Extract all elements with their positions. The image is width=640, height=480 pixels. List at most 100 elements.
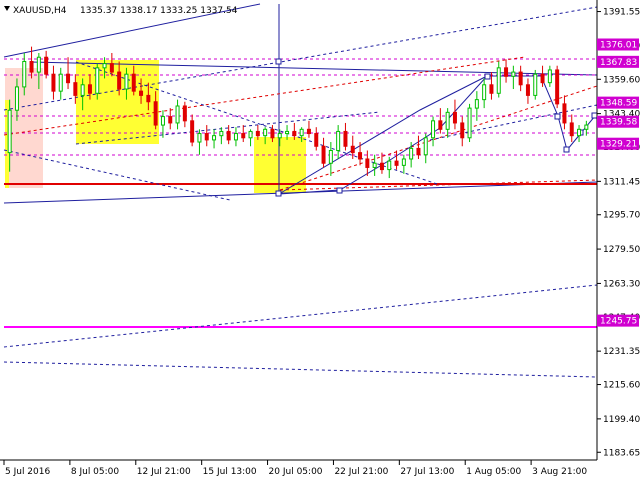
anchor-7 bbox=[591, 112, 598, 119]
x-tick-label: 12 Jul 21:00 bbox=[137, 467, 191, 477]
candle-bull bbox=[496, 67, 501, 94]
candle-bull bbox=[197, 133, 202, 143]
y-tick-label: 1183.65 bbox=[603, 448, 640, 458]
header: XAUUSD,H4 1335.37 1338.17 1333.25 1337.5… bbox=[4, 6, 238, 16]
candle-bull bbox=[285, 130, 290, 135]
candle-bear bbox=[87, 84, 92, 94]
anchor-3 bbox=[484, 73, 491, 80]
candle-bull bbox=[409, 147, 414, 160]
candle-bear bbox=[504, 67, 509, 77]
candle-bear bbox=[306, 128, 311, 135]
x-tick-label: 8 Jul 05:00 bbox=[71, 467, 120, 477]
candle-bull bbox=[577, 128, 582, 137]
candle-bear bbox=[153, 101, 158, 126]
candle-bear bbox=[190, 120, 195, 143]
candle-bull bbox=[482, 84, 487, 101]
candle-bear bbox=[438, 120, 443, 130]
symbol-label: XAUUSD,H4 bbox=[13, 6, 67, 16]
y-tick-label: 1215.60 bbox=[603, 381, 640, 391]
x-tick-label: 5 Jul 2016 bbox=[5, 467, 50, 477]
price-tag-label: 1339.58 bbox=[600, 118, 637, 128]
candle-bear bbox=[379, 162, 384, 171]
candle-bear bbox=[168, 116, 173, 124]
x-tick-label: 22 Jul 21:00 bbox=[334, 467, 388, 477]
candle-bull bbox=[336, 130, 341, 152]
candle-bull bbox=[14, 86, 19, 111]
candle-bear bbox=[241, 133, 246, 139]
x-tick-label: 3 Aug 21:00 bbox=[532, 467, 587, 477]
candle-bull bbox=[431, 120, 436, 139]
candle-bull bbox=[423, 137, 428, 156]
candle-bull bbox=[160, 116, 165, 126]
candle-bull bbox=[372, 162, 377, 168]
candle-bull bbox=[22, 60, 27, 88]
candle-bull bbox=[233, 133, 238, 141]
candle-bear bbox=[460, 122, 465, 139]
candle-bull bbox=[584, 124, 589, 130]
candle-bear bbox=[146, 94, 151, 103]
candle-bear bbox=[204, 133, 209, 141]
price-tag-label: 1367.83 bbox=[600, 58, 637, 68]
candle-bear bbox=[569, 122, 574, 137]
candle-bull bbox=[263, 128, 268, 137]
candle-bull bbox=[80, 84, 85, 96]
candle-bull bbox=[328, 150, 333, 164]
candle-bear bbox=[139, 90, 144, 96]
candle-bear bbox=[358, 152, 363, 160]
candle-bear bbox=[540, 73, 545, 84]
candle-bear bbox=[51, 73, 56, 92]
candle-bear bbox=[255, 130, 260, 137]
candle-bear bbox=[270, 128, 275, 139]
candle-bear bbox=[365, 158, 370, 168]
candle-bear bbox=[489, 84, 494, 94]
candle-bull bbox=[175, 105, 180, 124]
candle-bear bbox=[182, 105, 187, 122]
y-tick-label: 1391.55 bbox=[603, 8, 640, 18]
candle-bear bbox=[66, 73, 71, 84]
price-tag-label: 1245.75 bbox=[600, 317, 637, 327]
x-tick-label: 27 Jul 13:00 bbox=[400, 467, 454, 477]
y-tick-label: 1279.50 bbox=[603, 245, 640, 255]
x-tick-label: 15 Jul 13:00 bbox=[203, 467, 257, 477]
candle-bull bbox=[36, 56, 41, 73]
candle-bull bbox=[445, 111, 450, 130]
candle-bull bbox=[474, 99, 479, 109]
candle-bull bbox=[299, 128, 304, 137]
candle-bear bbox=[525, 84, 530, 96]
candle-bull bbox=[547, 69, 552, 84]
anchor-2 bbox=[336, 187, 343, 194]
price-tag-label: 1376.01 bbox=[600, 40, 637, 50]
candle-bear bbox=[416, 147, 421, 156]
candle-bear bbox=[343, 130, 348, 147]
candle-bear bbox=[44, 56, 49, 75]
candle-bull bbox=[95, 67, 100, 94]
candle-bull bbox=[511, 71, 516, 77]
candle-bear bbox=[452, 111, 457, 124]
candle-bull bbox=[58, 73, 63, 92]
candle-bull bbox=[277, 133, 282, 139]
x-tick-label: 20 Jul 05:00 bbox=[269, 467, 323, 477]
candle-bear bbox=[29, 60, 34, 73]
anchor-1 bbox=[275, 190, 282, 197]
price-chart: 1391.551375.501359.601343.401327.601311.… bbox=[0, 0, 640, 480]
y-tick-label: 1231.35 bbox=[603, 347, 640, 357]
candle-bear bbox=[314, 133, 319, 147]
candle-bull bbox=[102, 63, 107, 69]
candle-bear bbox=[73, 82, 78, 96]
anchor-5 bbox=[563, 146, 570, 153]
candle-bear bbox=[321, 145, 326, 164]
candle-bear bbox=[109, 63, 114, 73]
candle-bear bbox=[562, 103, 567, 124]
y-tick-label: 1199.40 bbox=[603, 415, 640, 425]
price-tag-label: 1348.59 bbox=[600, 99, 637, 109]
candle-bear bbox=[131, 73, 136, 92]
y-tick-label: 1295.70 bbox=[603, 211, 640, 221]
candle-bull bbox=[124, 73, 129, 90]
candle-bull bbox=[212, 135, 217, 141]
y-tick-label: 1359.60 bbox=[603, 75, 640, 85]
candle-bear bbox=[226, 130, 231, 141]
candle-bull bbox=[401, 158, 406, 166]
ohlc-values: 1335.37 1338.17 1333.25 1337.54 bbox=[80, 6, 238, 16]
candle-bear bbox=[117, 71, 122, 90]
candle-bull bbox=[387, 160, 392, 171]
